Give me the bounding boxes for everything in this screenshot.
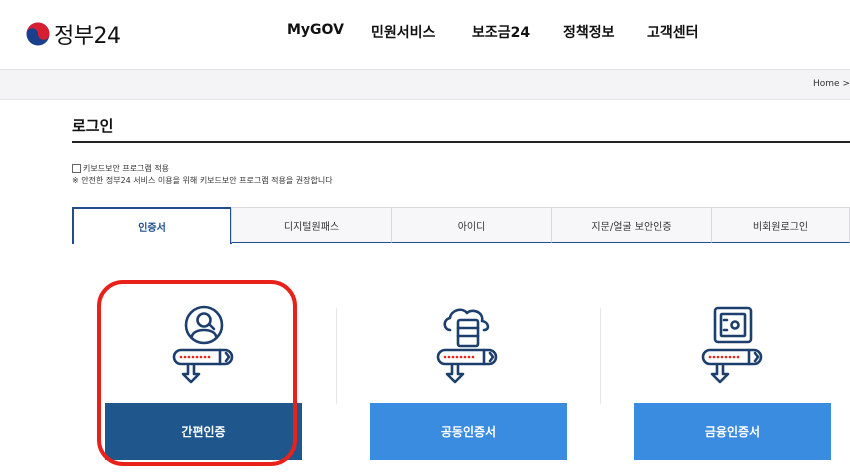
financial-certificate-button[interactable]: 금융인증서	[634, 403, 831, 460]
breadcrumb-bar: Home >	[0, 69, 850, 100]
safe-login-icon	[701, 306, 763, 384]
page-title: 로그인	[72, 117, 114, 135]
nav-item-policy-info[interactable]: 정책정보	[563, 22, 615, 42]
joint-certificate-button[interactable]: 공동인증서	[370, 403, 567, 460]
cloud-server-login-icon	[436, 308, 498, 384]
keyboard-security-checkbox[interactable]	[72, 164, 81, 173]
user-login-icon	[172, 305, 234, 384]
main-nav: MyGOV 민원서비스 보조금24 정책정보 고객센터	[0, 22, 850, 42]
keyboard-security-label[interactable]: 키보드보안 프로그램 적용	[83, 163, 169, 174]
tab-digital-onepass[interactable]: 디지털원패스	[231, 207, 392, 243]
tab-non-member[interactable]: 비회원로그인	[711, 207, 850, 243]
security-notice: ※ 안전한 정부24 서비스 이용을 위해 키보드보안 프로그램 적용을 권장합…	[72, 176, 333, 185]
site-header: 정부24 MyGOV 민원서비스 보조금24 정책정보 고객센터	[0, 0, 850, 68]
nav-item-customer-center[interactable]: 고객센터	[647, 22, 699, 42]
nav-item-civil-service[interactable]: 민원서비스	[371, 22, 435, 42]
tab-biometric[interactable]: 지문/얼굴 보안인증	[551, 207, 712, 243]
card-divider	[600, 308, 601, 404]
simple-auth-button[interactable]: 간편인증	[105, 403, 302, 460]
login-tabs: 인증서 디지털원패스 아이디 지문/얼굴 보안인증 비회원로그인	[72, 207, 850, 244]
tab-id[interactable]: 아이디	[391, 207, 552, 243]
title-divider	[72, 141, 850, 143]
card-divider	[336, 308, 337, 404]
tab-certificate[interactable]: 인증서	[72, 207, 232, 244]
breadcrumb[interactable]: Home >	[813, 79, 850, 89]
keyboard-security-option[interactable]: 키보드보안 프로그램 적용	[72, 163, 169, 174]
nav-item-mygov[interactable]: MyGOV	[287, 22, 344, 38]
nav-item-subsidy24[interactable]: 보조금24	[472, 22, 530, 42]
